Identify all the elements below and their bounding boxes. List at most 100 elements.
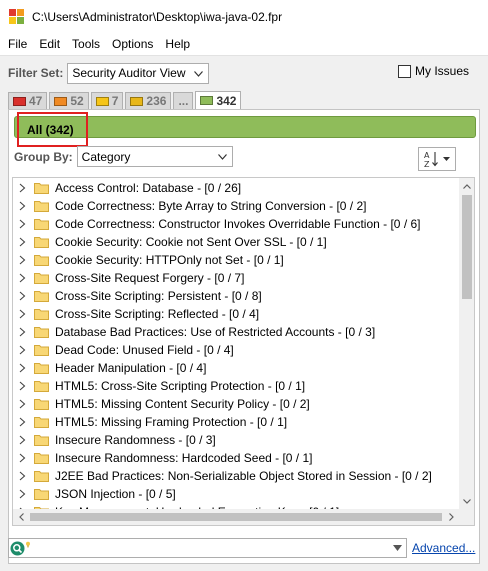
tree-row[interactable]: Cross-Site Scripting: Reflected - [0 / 4… — [13, 305, 459, 323]
chevron-down-icon — [194, 70, 204, 77]
tree-row[interactable]: Database Bad Practices: Use of Restricte… — [13, 323, 459, 341]
menu-help[interactable]: Help — [159, 37, 196, 51]
all-issues-highlight: All (342) — [17, 112, 88, 147]
my-issues-label: My Issues — [414, 64, 469, 78]
sort-button[interactable]: A Z — [418, 147, 456, 171]
title-bar: C:\Users\Administrator\Desktop\iwa-java-… — [0, 0, 488, 33]
chevron-right-icon[interactable] — [18, 183, 27, 193]
tree-row[interactable]: Header Manipulation - [0 / 4] — [13, 359, 459, 377]
chevron-right-icon[interactable] — [18, 363, 27, 373]
folder-icon — [34, 453, 49, 464]
scroll-left-icon[interactable] — [13, 509, 29, 525]
tree-row[interactable]: Insecure Randomness: Hardcoded Seed - [0… — [13, 449, 459, 467]
search-bar[interactable] — [8, 538, 407, 558]
severity-tab[interactable]: 236 — [125, 92, 172, 109]
severity-swatch — [130, 96, 144, 106]
tree-row-label: HTML5: Missing Framing Protection - [0 /… — [55, 415, 288, 429]
severity-tab[interactable]: ... — [173, 92, 194, 109]
severity-tab-count: 52 — [70, 94, 84, 108]
folder-icon — [34, 345, 49, 356]
severity-tab-count: 236 — [146, 94, 167, 108]
chevron-right-icon[interactable] — [18, 291, 27, 301]
tree-row[interactable]: Code Correctness: Byte Array to String C… — [13, 197, 459, 215]
chevron-right-icon[interactable] — [18, 471, 27, 481]
chevron-right-icon[interactable] — [18, 489, 27, 499]
issues-panel: All (342) Group By: Category A Z Access … — [8, 109, 480, 564]
chevron-right-icon[interactable] — [18, 309, 27, 319]
menu-tools[interactable]: Tools — [66, 37, 106, 51]
tree-row-label: Cookie Security: Cookie not Sent Over SS… — [55, 235, 327, 249]
horizontal-scroll-thumb[interactable] — [30, 513, 442, 521]
tree-row[interactable]: Cookie Security: Cookie not Sent Over SS… — [13, 233, 459, 251]
severity-swatch — [200, 96, 214, 105]
severity-tab[interactable]: 7 — [90, 92, 124, 109]
tree-row[interactable]: J2EE Bad Practices: Non-Serializable Obj… — [13, 467, 459, 485]
group-by-select[interactable]: Category — [76, 146, 233, 167]
menu-file[interactable]: File — [2, 37, 33, 51]
menu-options[interactable]: Options — [106, 37, 159, 51]
scroll-right-icon[interactable] — [443, 509, 459, 525]
chevron-right-icon[interactable] — [18, 237, 27, 247]
tree-row[interactable]: Code Correctness: Constructor Invokes Ov… — [13, 215, 459, 233]
menu-edit[interactable]: Edit — [33, 37, 66, 51]
severity-swatch — [95, 96, 109, 106]
tree-row[interactable]: Access Control: Database - [0 / 26] — [13, 179, 459, 197]
folder-icon — [34, 417, 49, 428]
my-issues-checkbox[interactable] — [397, 64, 411, 78]
advanced-search-link[interactable]: Advanced... — [412, 541, 475, 555]
chevron-right-icon[interactable] — [18, 201, 27, 211]
scroll-down-icon[interactable] — [459, 493, 474, 509]
search-input[interactable] — [35, 540, 375, 556]
scroll-corner — [459, 509, 474, 525]
tree-row[interactable]: Dead Code: Unused Field - [0 / 4] — [13, 341, 459, 359]
horizontal-scrollbar[interactable] — [13, 509, 459, 525]
vertical-scrollbar[interactable] — [459, 178, 474, 509]
folder-icon — [34, 219, 49, 230]
chevron-right-icon[interactable] — [18, 327, 27, 337]
tree-row[interactable]: Cross-Site Request Forgery - [0 / 7] — [13, 269, 459, 287]
severity-swatch — [54, 96, 68, 106]
filter-set-value: Security Auditor View — [72, 66, 186, 80]
search-history-chevron-icon[interactable] — [393, 545, 402, 551]
tree-row[interactable]: HTML5: Cross-Site Scripting Protection -… — [13, 377, 459, 395]
scroll-up-icon[interactable] — [459, 178, 474, 194]
folder-icon — [34, 237, 49, 248]
menu-bar: File Edit Tools Options Help — [0, 33, 488, 55]
severity-tabs: 47 52 7 236... 342 — [8, 91, 243, 109]
chevron-right-icon[interactable] — [18, 219, 27, 229]
vertical-scroll-thumb[interactable] — [462, 195, 472, 299]
chevron-right-icon[interactable] — [18, 417, 27, 427]
svg-text:A: A — [424, 151, 430, 160]
folder-icon — [34, 399, 49, 410]
tree-row-label: J2EE Bad Practices: Non-Serializable Obj… — [55, 469, 432, 483]
chevron-right-icon[interactable] — [18, 381, 27, 391]
folder-icon — [34, 363, 49, 374]
chevron-right-icon[interactable] — [18, 255, 27, 265]
tree-row[interactable]: Cross-Site Scripting: Persistent - [0 / … — [13, 287, 459, 305]
chevron-right-icon[interactable] — [18, 273, 27, 283]
severity-tab[interactable]: 52 — [49, 92, 89, 109]
tree-row[interactable]: Cookie Security: HTTPOnly not Set - [0 /… — [13, 251, 459, 269]
all-issues-bar[interactable]: All (342) — [14, 112, 476, 147]
tree-row-label: Cookie Security: HTTPOnly not Set - [0 /… — [55, 253, 284, 267]
severity-tab[interactable]: 47 — [8, 92, 48, 109]
issues-tree: Access Control: Database - [0 / 26] Code … — [12, 177, 475, 526]
group-by-value: Category — [81, 149, 131, 164]
tree-row-label: Header Manipulation - [0 / 4] — [55, 361, 207, 375]
chevron-right-icon[interactable] — [18, 399, 27, 409]
window-title: C:\Users\Administrator\Desktop\iwa-java-… — [32, 9, 283, 24]
chevron-right-icon[interactable] — [18, 345, 27, 355]
tree-row[interactable]: HTML5: Missing Framing Protection - [0 /… — [13, 413, 459, 431]
tree-row-label: Database Bad Practices: Use of Restricte… — [55, 325, 376, 339]
tree-row-label: Cross-Site Scripting: Reflected - [0 / 4… — [55, 307, 260, 321]
folder-icon — [34, 255, 49, 266]
chevron-right-icon[interactable] — [18, 453, 27, 463]
my-issues-toggle[interactable]: My Issues — [397, 64, 469, 78]
tree-row[interactable]: HTML5: Missing Content Security Policy -… — [13, 395, 459, 413]
severity-tab-count: ... — [178, 94, 189, 108]
severity-tab[interactable]: 342 — [195, 91, 242, 109]
tree-row[interactable]: Insecure Randomness - [0 / 3] — [13, 431, 459, 449]
filter-set-select[interactable]: Security Auditor View — [67, 62, 210, 84]
chevron-right-icon[interactable] — [18, 435, 27, 445]
tree-row[interactable]: JSON Injection - [0 / 5] — [13, 485, 459, 503]
